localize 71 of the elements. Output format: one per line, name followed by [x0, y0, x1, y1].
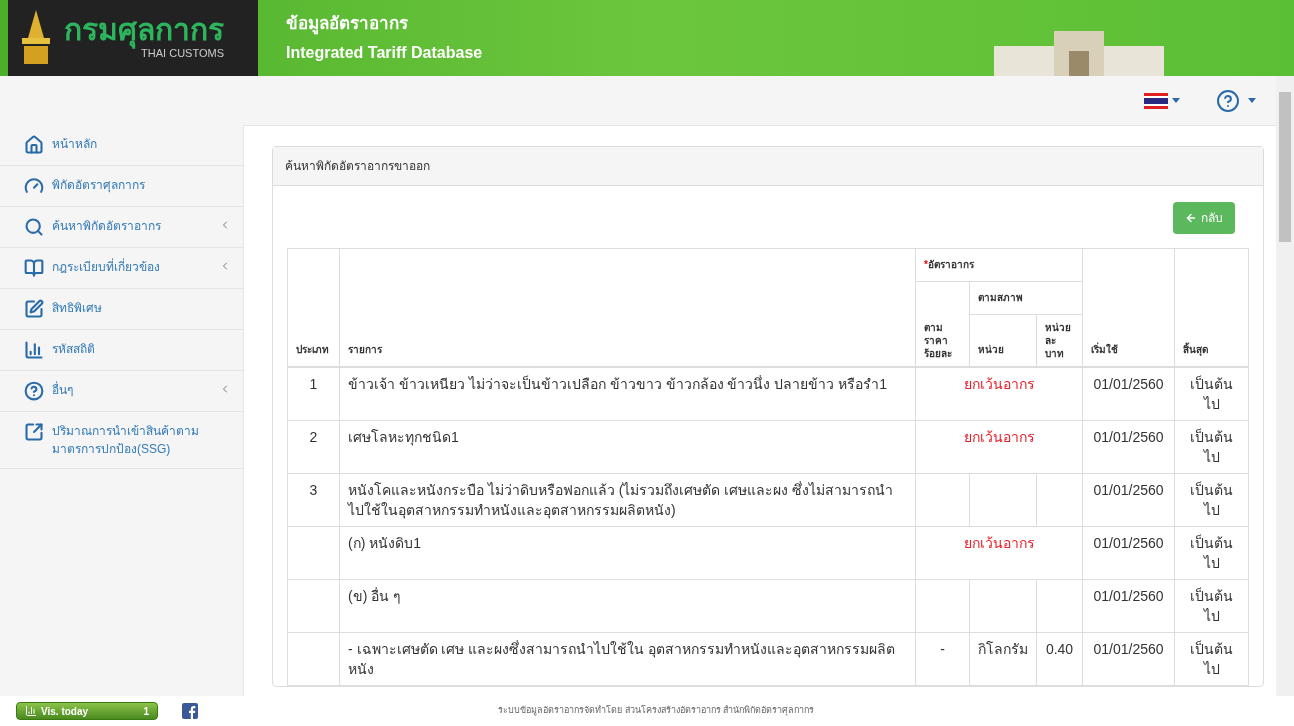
table-cell: ยกเว้นอากร	[915, 367, 1083, 421]
language-menu[interactable]	[1144, 92, 1180, 109]
help-menu[interactable]	[1216, 88, 1256, 113]
site-title: ข้อมูลอัตราอากร	[286, 13, 409, 37]
table-cell: 01/01/2560	[1082, 420, 1175, 474]
table-cell	[287, 579, 340, 633]
table-cell	[1036, 473, 1083, 527]
column-header: *อัตราอากร	[915, 248, 1083, 282]
table-cell: 3	[287, 473, 340, 527]
sidebar-item[interactable]: สิทธิพิเศษ	[0, 289, 243, 330]
column-header: เริ่มใช้	[1082, 248, 1175, 367]
scrollbar[interactable]	[1276, 76, 1294, 696]
table-cell	[969, 579, 1037, 633]
table-cell: เป็นต้น ไป	[1174, 367, 1249, 421]
sidebar-item[interactable]: กฎระเบียบที่เกี่ยวข้อง	[0, 248, 243, 289]
table-cell: 0.40	[1036, 632, 1083, 686]
table-cell: 01/01/2560	[1082, 367, 1175, 421]
external-link-icon	[24, 422, 44, 442]
table-cell: ยกเว้นอากร	[915, 420, 1083, 474]
table-cell: - เฉพาะเศษตัด เศษ และผงซึ่งสามารถนำไปใช้ใน อุตสาหกรรมทำหนังและอุตสาหกรรมผลิตหนัง	[339, 632, 916, 686]
flag-icon	[1144, 92, 1168, 109]
caret-icon	[1248, 98, 1256, 103]
search-icon	[24, 217, 44, 237]
sidebar-item[interactable]: หน้าหลัก	[0, 125, 243, 166]
table-cell: (ข) อื่น ๆ	[339, 579, 916, 633]
table-cell: 01/01/2560	[1082, 632, 1175, 686]
column-header: ประเภท	[287, 248, 340, 367]
bar-chart-icon	[24, 340, 44, 360]
help-icon	[24, 381, 44, 401]
sidebar-item[interactable]: รหัสสถิติ	[0, 330, 243, 371]
table-cell	[915, 473, 970, 527]
table-cell: เป็นต้น ไป	[1174, 526, 1249, 580]
table-cell: เป็นต้น ไป	[1174, 420, 1249, 474]
table-cell	[915, 579, 970, 633]
visitor-label: Vis. today	[41, 704, 90, 719]
bars-icon	[25, 705, 37, 717]
table-cell	[287, 526, 340, 580]
table-cell: 1	[287, 367, 340, 421]
table-cell: ข้าวเจ้า ข้าวเหนียว ไม่ว่าจะเป็นข้าวเปลือก ข้าวขาว ข้าวกล้อง ข้าวนึ่ง ปลายข้าว หรือรำ1	[339, 367, 916, 421]
arrow-left-icon	[1185, 212, 1197, 224]
site-subtitle: Integrated Tariff Database	[286, 42, 483, 63]
footer-credit: ระบบข้อมูลอัตราอากรจัดทำโดย ส่วนโครงสร้างอัตราอากร สำนักพิกัดอัตราศุลกากร	[498, 704, 814, 718]
table-cell: -	[915, 632, 970, 686]
table-cell: 01/01/2560	[1082, 526, 1175, 580]
table-cell: (ก) หนังดิบ1	[339, 526, 916, 580]
logo-english-text: THAI CUSTOMS	[141, 46, 224, 61]
back-button[interactable]: กลับ	[1173, 202, 1235, 234]
pencil-square-icon	[24, 299, 44, 319]
home-icon	[24, 135, 44, 155]
table-cell	[1036, 579, 1083, 633]
column-header: สิ้นสุด	[1174, 248, 1249, 367]
table-cell: เป็นต้น ไป	[1174, 473, 1249, 527]
table-cell: 2	[287, 420, 340, 474]
panel-title: ค้นหาพิกัดอัตราอากรขาออก	[285, 159, 430, 173]
column-header: รายการ	[339, 248, 916, 367]
table-cell: เป็นต้น ไป	[1174, 632, 1249, 686]
table-cell: หนังโคและหนังกระบือ ไม่ว่าดิบหรือฟอกแล้ว (ไม่รวมถึงเศษตัด เศษและผง ซึ่งไม่สามารถนำไปใช้ในอุตสาหกรรมทำหนังและอุตสาหกรรมผลิตหนัง)	[339, 473, 916, 527]
table-cell: ยกเว้นอากร	[915, 526, 1083, 580]
book-icon	[24, 258, 44, 278]
facebook-icon[interactable]	[182, 703, 198, 719]
table-cell: เศษโลหะทุกชนิด1	[339, 420, 916, 474]
table-cell: กิโลกรัม	[969, 632, 1037, 686]
sidebar-item[interactable]: อื่นๆ	[0, 371, 243, 412]
table-cell: เป็นต้น ไป	[1174, 579, 1249, 633]
table-cell: 01/01/2560	[1082, 473, 1175, 527]
visitor-count: 1	[143, 704, 149, 719]
table-cell	[969, 473, 1037, 527]
help-icon	[1216, 88, 1240, 113]
caret-icon	[1172, 98, 1180, 103]
gauge-icon	[24, 176, 44, 196]
table-cell: 01/01/2560	[1082, 579, 1175, 633]
